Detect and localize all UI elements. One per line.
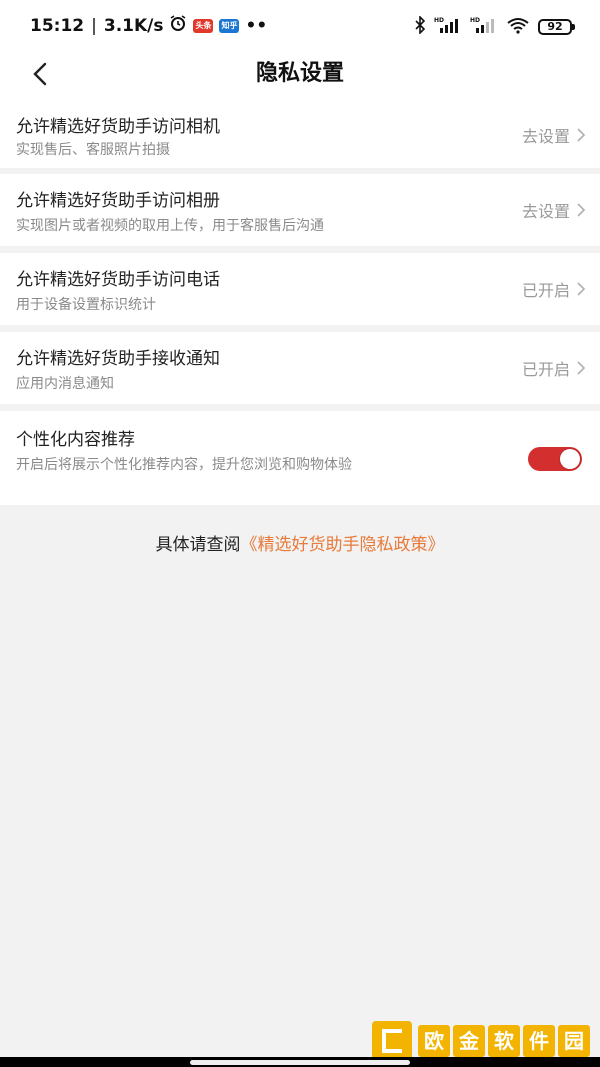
status-time: 15:12 <box>30 15 85 36</box>
zhihu-notification-icon: 知乎 <box>219 18 240 33</box>
chevron-right-icon <box>577 282 586 296</box>
setting-action-label: 已开启 <box>521 281 570 300</box>
policy-prefix: 具体请查阅 <box>155 535 241 555</box>
battery-icon: 92 <box>538 19 575 35</box>
watermark-char: 欧 <box>418 1025 450 1057</box>
status-right: HD HD 92 <box>414 15 575 38</box>
wifi-icon <box>506 16 530 38</box>
chevron-right-icon <box>577 128 586 142</box>
setting-desc: 用于设备设置标识统计 <box>16 297 156 313</box>
signal-hd-icon: HD <box>434 16 462 38</box>
alarm-icon <box>169 14 187 37</box>
setting-desc: 开启后将展示个性化推荐内容，提升您浏览和购物体验 <box>16 457 352 473</box>
personalized-toggle[interactable] <box>528 447 582 471</box>
chevron-right-icon <box>577 203 586 217</box>
watermark: 欧 金 软 件 园 <box>372 1021 590 1061</box>
setting-action-label: 已开启 <box>521 360 570 379</box>
svg-text:HD: HD <box>470 17 480 24</box>
setting-desc: 应用内消息通知 <box>16 376 114 392</box>
watermark-char: 园 <box>558 1025 590 1057</box>
setting-row-camera[interactable]: 允许精选好货助手访问相机 实现售后、客服照片拍摄 去设置 <box>0 102 600 168</box>
setting-action[interactable]: 去设置 <box>522 174 586 246</box>
watermark-char: 金 <box>453 1025 485 1057</box>
bluetooth-icon <box>414 15 426 38</box>
signal-hd-icon-2: HD <box>470 16 498 38</box>
home-indicator[interactable] <box>190 1060 410 1065</box>
status-left: 15:12 | 3.1K/s 头条 知乎 •• <box>30 14 267 37</box>
watermark-char: 件 <box>523 1025 555 1057</box>
setting-action[interactable]: 去设置 <box>522 102 586 168</box>
watermark-text: 欧 金 软 件 园 <box>418 1025 590 1057</box>
status-bar: 15:12 | 3.1K/s 头条 知乎 •• HD HD 92 <box>0 0 600 52</box>
page-title: 隐私设置 <box>255 61 344 86</box>
toutiao-notification-icon: 头条 <box>193 18 214 33</box>
svg-text:HD: HD <box>434 17 444 24</box>
setting-title: 允许精选好货助手访问电话 <box>16 270 220 290</box>
status-net-speed: 3.1K/s <box>103 15 164 36</box>
setting-row-album[interactable]: 允许精选好货助手访问相册 实现图片或者视频的取用上传，用于客服售后沟通 去设置 <box>0 174 600 246</box>
privacy-policy-link[interactable]: 《精选好货助手隐私政策》 <box>241 535 445 555</box>
bottom-bar <box>0 1057 600 1067</box>
setting-title: 允许精选好货助手接收通知 <box>16 349 220 369</box>
header: 隐私设置 <box>0 52 600 102</box>
setting-desc: 实现图片或者视频的取用上传，用于客服售后沟通 <box>16 218 324 234</box>
setting-action-label: 去设置 <box>521 202 570 221</box>
setting-action[interactable]: 已开启 <box>522 253 586 325</box>
setting-row-personalized: 个性化内容推荐 开启后将展示个性化推荐内容，提升您浏览和购物体验 <box>0 411 600 505</box>
status-separator: | <box>91 15 97 36</box>
setting-title: 允许精选好货助手访问相册 <box>16 191 220 211</box>
setting-desc: 实现售后、客服照片拍摄 <box>16 142 170 158</box>
policy-line: 具体请查阅《精选好货助手隐私政策》 <box>0 530 600 555</box>
privacy-settings-screen: 15:12 | 3.1K/s 头条 知乎 •• HD HD 92 隐私设置 允许… <box>0 0 600 1067</box>
more-notifications-icon: •• <box>245 15 268 36</box>
setting-title: 个性化内容推荐 <box>16 430 135 450</box>
watermark-char: 软 <box>488 1025 520 1057</box>
setting-row-phone[interactable]: 允许精选好货助手访问电话 用于设备设置标识统计 已开启 <box>0 253 600 325</box>
watermark-logo-icon <box>372 1021 412 1061</box>
setting-action[interactable]: 已开启 <box>522 332 586 404</box>
setting-action-label: 去设置 <box>521 127 570 146</box>
setting-row-notifications[interactable]: 允许精选好货助手接收通知 应用内消息通知 已开启 <box>0 332 600 404</box>
chevron-right-icon <box>577 361 586 375</box>
setting-title: 允许精选好货助手访问相机 <box>16 117 220 137</box>
toggle-knob <box>560 449 580 469</box>
